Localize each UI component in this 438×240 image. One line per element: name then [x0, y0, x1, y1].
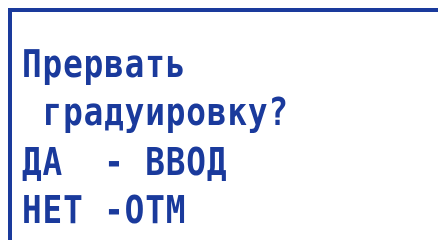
option-yes-enter: ДА - ВВОД	[22, 140, 228, 184]
prompt-line-1: Прервать	[22, 42, 187, 86]
option-no-cancel: НЕТ -ОТМ	[22, 188, 187, 232]
prompt-line-2: градуировку?	[22, 90, 289, 134]
